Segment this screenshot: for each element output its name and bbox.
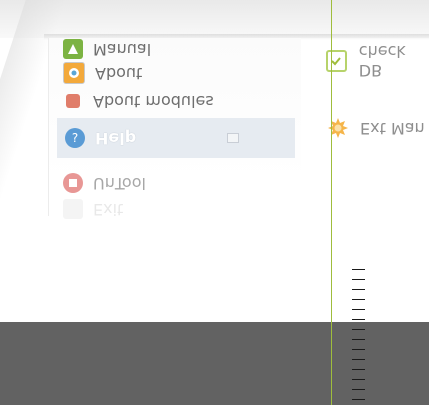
untool-icon	[63, 173, 83, 193]
ruler-tick	[352, 289, 365, 290]
ruler-tick	[352, 349, 365, 350]
menu-item-about[interactable]: About	[63, 62, 142, 84]
modules-icon	[66, 94, 80, 108]
ruler-tick	[352, 379, 365, 380]
ruler-tick	[352, 399, 365, 400]
ruler-tick	[352, 269, 365, 270]
ruler-tick	[352, 319, 365, 320]
collapse-toggle[interactable]	[227, 133, 239, 143]
guide-line	[331, 0, 332, 405]
menu-item-manual-label: Manual	[93, 39, 152, 59]
window-top-strip	[0, 0, 429, 40]
help-icon: ?	[65, 128, 85, 148]
menu-item-db-check-label: DB check	[358, 42, 406, 80]
db-check-icon	[326, 50, 347, 72]
manual-icon	[63, 39, 83, 59]
menu-item-ext-man-label: Ext Man	[360, 118, 425, 138]
menu-item-ext-man[interactable]: Ext Man	[326, 116, 425, 140]
menu-item-help-label: Help	[95, 128, 137, 148]
ruler-tick	[352, 359, 365, 360]
menu-item-untool[interactable]: UnTool	[63, 172, 146, 194]
ruler-tick	[352, 389, 365, 390]
menu-item-about-modules[interactable]: About modules	[63, 90, 214, 112]
menu-item-about-modules-label: About modules	[93, 91, 214, 111]
menu-item-about-label: About	[95, 63, 143, 83]
ruler-tick	[352, 279, 365, 280]
exit-icon	[63, 199, 83, 219]
menu-item-exit[interactable]: Exit	[63, 198, 123, 220]
ruler-tick	[352, 339, 365, 340]
menu-item-db-check[interactable]: DB check	[326, 42, 429, 80]
ruler-tick	[352, 309, 365, 310]
reflected-menu: Manual About About modules ? Help UnTool…	[48, 38, 301, 219]
menu-item-exit-label: Exit	[93, 199, 124, 219]
ruler-tick	[352, 299, 365, 300]
menu-item-manual[interactable]: Manual	[63, 38, 151, 60]
ruler-ticks	[352, 266, 366, 405]
menu-item-untool-label: UnTool	[93, 173, 146, 193]
menu-item-help[interactable]: ? Help	[65, 127, 136, 149]
ruler-tick	[352, 369, 365, 370]
about-icon	[63, 62, 85, 84]
ext-man-icon	[326, 116, 350, 140]
ruler-tick	[352, 329, 365, 330]
